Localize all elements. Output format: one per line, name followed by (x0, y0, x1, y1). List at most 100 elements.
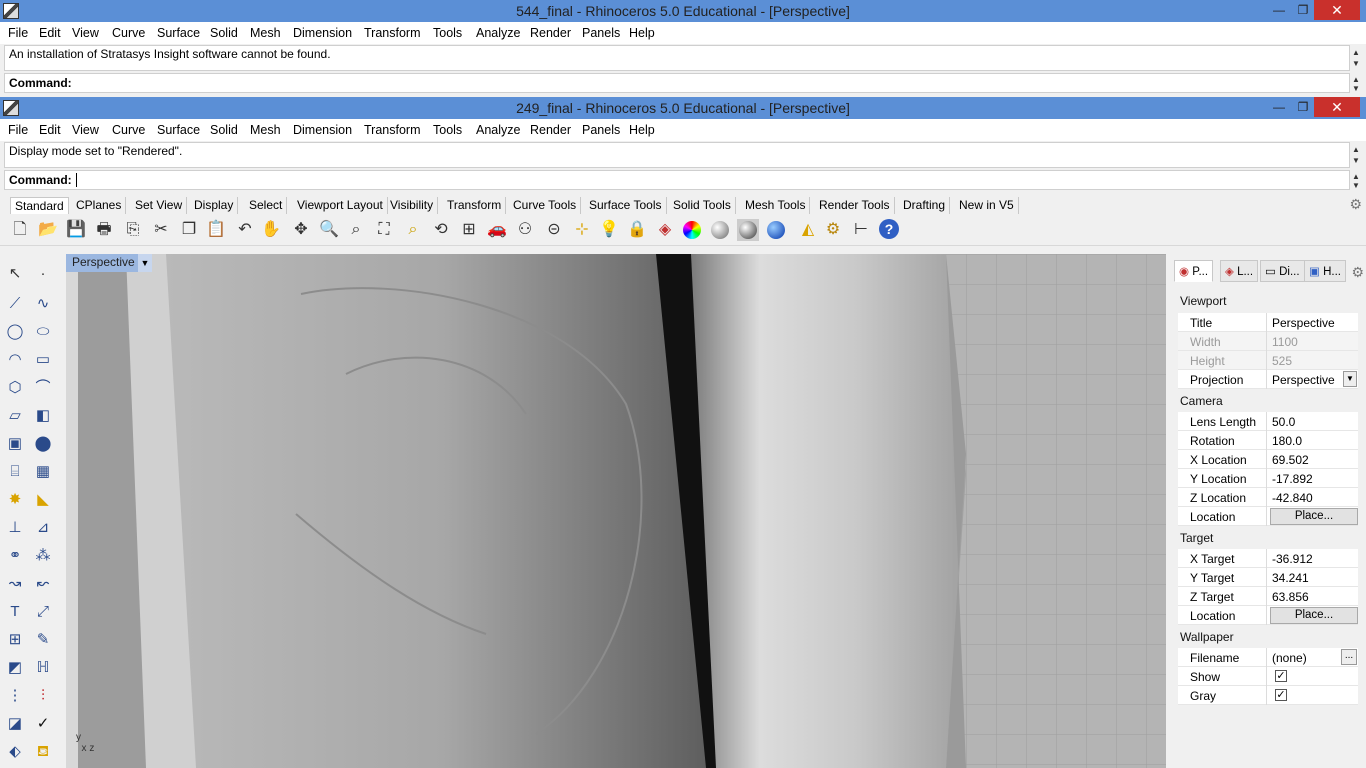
tab-set-view[interactable]: Set View (131, 197, 188, 214)
menu-solid[interactable]: Solid (210, 123, 238, 137)
row-y-target[interactable]: Y Target 34.241 (1178, 568, 1358, 587)
paint-bucket-icon[interactable]: ⛾ (31, 740, 55, 764)
cmd-scroll-down-2[interactable]: ▼ (1350, 181, 1362, 191)
y-location-field[interactable]: -17.892 (1272, 472, 1313, 486)
menu-edit[interactable]: Edit (39, 26, 61, 40)
menu-dimension[interactable]: Dimension (293, 123, 352, 137)
rendered-sphere-icon[interactable] (737, 219, 759, 241)
point-icon[interactable]: · (31, 262, 55, 286)
tab-new-in-v5[interactable]: New in V5 (955, 197, 1019, 214)
gray-checkbox[interactable]: ✓ (1275, 689, 1287, 701)
lens-length-field[interactable]: 50.0 (1272, 415, 1295, 429)
open-folder-icon[interactable]: 📂 (37, 219, 59, 241)
menu-render[interactable]: Render (530, 123, 571, 137)
check-icon[interactable]: ✓ (31, 712, 55, 736)
tab-cplanes[interactable]: CPlanes (72, 197, 127, 214)
menu-panels[interactable]: Panels (582, 123, 620, 137)
menu-surface[interactable]: Surface (157, 123, 200, 137)
command-line-2[interactable]: Command: (4, 170, 1350, 190)
tab-display[interactable]: ▭ Di... (1260, 260, 1305, 282)
menu-transform[interactable]: Transform (364, 26, 421, 40)
tab-viewport-layout[interactable]: Viewport Layout (293, 197, 388, 214)
solid-union-icon[interactable]: ⬤ (31, 432, 55, 456)
menu-tools[interactable]: Tools (433, 123, 462, 137)
target-place-button[interactable]: Place... (1270, 607, 1358, 624)
select-icon[interactable]: ⊝ (543, 219, 565, 241)
flow-icon[interactable]: ◪ (3, 712, 27, 736)
menu-analyze[interactable]: Analyze (476, 26, 520, 40)
tab-mesh-tools[interactable]: Mesh Tools (741, 197, 811, 214)
row-filename[interactable]: Filename (none)... (1178, 648, 1358, 667)
panel-gear-icon[interactable]: ⚙ (1351, 264, 1364, 281)
history-icon[interactable]: ℍ (31, 656, 55, 680)
menu-solid[interactable]: Solid (210, 26, 238, 40)
polygon-icon[interactable]: ⬡ (3, 376, 27, 400)
menu-view[interactable]: View (72, 26, 99, 40)
row-gray[interactable]: Gray ✓ (1178, 686, 1358, 705)
row-z-target[interactable]: Z Target 63.856 (1178, 587, 1358, 606)
menu-dimension[interactable]: Dimension (293, 26, 352, 40)
lightbulb-icon[interactable]: 💡 (598, 219, 620, 241)
row-z-location[interactable]: Z Location -42.840 (1178, 488, 1358, 507)
group-icon[interactable]: ⁂ (31, 544, 55, 568)
history-scroll-down-2[interactable]: ▼ (1350, 156, 1362, 166)
car-icon[interactable]: 🚗 (486, 219, 508, 241)
zoom-selected-icon[interactable]: ⌕ (402, 219, 424, 241)
history-scroll-up-1[interactable]: ▲ (1350, 48, 1362, 58)
close-button-2[interactable]: ✕ (1314, 97, 1360, 117)
move-view-icon[interactable]: ✥ (290, 219, 312, 241)
ellipse-icon[interactable]: ⬭ (31, 320, 55, 344)
tab-display[interactable]: Display (190, 197, 239, 214)
x-target-field[interactable]: -36.912 (1272, 552, 1313, 566)
polyline-icon[interactable]: ⟋ (3, 292, 27, 316)
extrude-surface-icon[interactable]: ◧ (31, 404, 55, 428)
tab-drafting[interactable]: Drafting (899, 197, 951, 214)
tab-render-tools[interactable]: Render Tools (815, 197, 895, 214)
menu-help[interactable]: Help (629, 26, 655, 40)
menu-tools[interactable]: Tools (433, 26, 462, 40)
tab-layers[interactable]: ◈ L... (1220, 260, 1259, 282)
tab-standard[interactable]: Standard (10, 197, 69, 214)
menu-view[interactable]: View (72, 123, 99, 137)
viewport-menu-chevron-icon[interactable]: ▼ (138, 254, 152, 272)
fillet-curve-icon[interactable]: ⌒ (31, 376, 55, 400)
block-icon[interactable]: ◩ (3, 656, 27, 680)
show-checkbox[interactable]: ✓ (1275, 670, 1287, 682)
minimize-button-2[interactable]: — (1266, 97, 1292, 117)
title-bar-1[interactable]: 544_final - Rhinoceros 5.0 Educational -… (0, 0, 1366, 22)
title-value[interactable]: Perspective (1272, 316, 1335, 330)
tab-properties[interactable]: ◉ P... (1174, 260, 1214, 282)
help-icon[interactable]: ? (878, 219, 900, 241)
points-on-icon[interactable]: ⊹ (571, 219, 593, 241)
select-arrow-icon[interactable]: ↖ (3, 262, 27, 286)
cylinder-icon[interactable]: ⌸ (3, 460, 27, 484)
mesh-icon[interactable]: ▦ (31, 460, 55, 484)
copy-icon[interactable]: ❐ (178, 219, 200, 241)
row-x-target[interactable]: X Target -36.912 (1178, 549, 1358, 568)
menu-render[interactable]: Render (530, 26, 571, 40)
zoom-window-icon[interactable]: ⌕ (345, 219, 367, 241)
title-bar-2[interactable]: 249_final - Rhinoceros 5.0 Educational -… (0, 97, 1366, 119)
zoom-extents-icon[interactable]: ⛶ (373, 219, 395, 241)
menu-help[interactable]: Help (629, 123, 655, 137)
minimize-button-1[interactable]: — (1266, 0, 1292, 20)
analyze-icon[interactable]: ✎ (31, 628, 55, 652)
cmd-scroll-down-1[interactable]: ▼ (1350, 84, 1362, 94)
menu-mesh[interactable]: Mesh (250, 123, 281, 137)
restore-button-2[interactable]: ❐ (1290, 97, 1316, 117)
leader-icon[interactable]: ⊿ (31, 516, 55, 540)
boolean-icon[interactable]: ⚭ (3, 544, 27, 568)
tab-curve-tools[interactable]: Curve Tools (509, 197, 582, 214)
lock-icon[interactable]: 🔒 (626, 219, 648, 241)
command-line-1[interactable]: Command: (4, 73, 1350, 93)
hide-objects-icon[interactable]: ⚇ (514, 219, 536, 241)
dimension-tool-icon[interactable]: ⊥ (3, 516, 27, 540)
new-file-icon[interactable]: 🗋 (9, 219, 31, 241)
unroll-icon[interactable]: ⬖ (3, 740, 27, 764)
array-icon[interactable]: ⊞ (3, 628, 27, 652)
row-title[interactable]: Title Perspective (1178, 313, 1358, 332)
menu-panels[interactable]: Panels (582, 26, 620, 40)
options-gear-icon[interactable]: ⚙ (822, 219, 844, 241)
curve-icon[interactable]: ∿ (31, 292, 55, 316)
z-location-field[interactable]: -42.840 (1272, 491, 1313, 505)
